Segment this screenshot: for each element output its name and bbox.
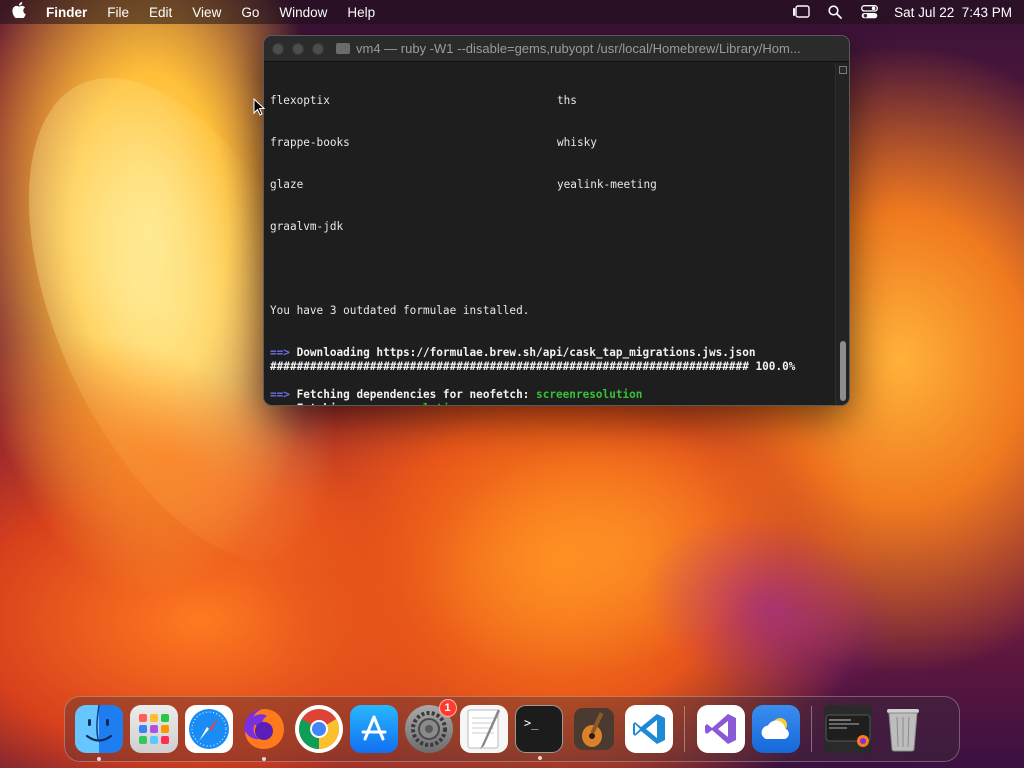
spotlight-search-icon[interactable] (826, 4, 844, 20)
safari-icon[interactable] (184, 705, 233, 753)
dock-separator (811, 706, 812, 752)
dock: 1 >_ (64, 696, 960, 762)
terminal-icon[interactable]: >_ (514, 705, 563, 760)
minimized-window-icon[interactable] (823, 705, 872, 753)
system-settings-icon[interactable]: 1 (404, 699, 457, 753)
minimize-button[interactable] (292, 42, 304, 55)
progress-line: ########################################… (270, 360, 796, 373)
folder-icon (336, 43, 350, 54)
weather-icon[interactable] (751, 705, 800, 753)
menu-bar: Finder File Edit View Go Window Help Sat… (0, 0, 1024, 24)
vscode-icon[interactable] (624, 705, 673, 753)
menu-window[interactable]: Window (279, 5, 327, 20)
visual-studio-icon[interactable] (696, 705, 745, 753)
mouse-pointer-icon (253, 98, 265, 116)
launchpad-icon[interactable] (129, 705, 178, 753)
textedit-icon[interactable] (459, 705, 508, 753)
list-row: glaze yealink-meeting (270, 178, 657, 191)
terminal-window[interactable]: vm4 — ruby -W1 --disable=gems,rubyopt /u… (263, 35, 850, 406)
control-center-icon[interactable] (860, 4, 878, 20)
app-store-icon[interactable] (349, 705, 398, 753)
stage-manager-icon[interactable] (792, 4, 810, 20)
window-title: vm4 — ruby -W1 --disable=gems,rubyopt /u… (356, 41, 801, 56)
log-line: ==> Fetching screenresolution (270, 402, 829, 405)
log-line: ==> Downloading https://formulae.brew.sh… (270, 346, 756, 359)
list-row: frappe-books whisky (270, 136, 597, 149)
dock-separator (684, 706, 685, 752)
close-button[interactable] (272, 42, 284, 55)
log-line: ==> Fetching dependencies for neofetch: … (270, 388, 643, 401)
notification-badge: 1 (438, 699, 457, 717)
menu-view[interactable]: View (192, 5, 221, 20)
finder-icon[interactable] (74, 705, 123, 761)
terminal-output[interactable]: flexoptix ths frappe-books whisky glaze yea… (264, 63, 835, 405)
scroll-thumb[interactable] (840, 341, 846, 401)
terminal-scrollbar[interactable] (835, 63, 849, 405)
apple-menu-icon[interactable] (12, 2, 32, 22)
list-row: graalvm-jdk (270, 220, 344, 233)
menu-go[interactable]: Go (241, 5, 259, 20)
menu-app-name[interactable]: Finder (46, 5, 87, 20)
firefox-icon[interactable] (240, 705, 288, 761)
outdated-message: You have 3 outdated formulae installed. (270, 304, 530, 317)
zoom-button[interactable] (312, 42, 324, 55)
scroll-top-icon[interactable] (839, 66, 847, 74)
terminal-titlebar[interactable]: vm4 — ruby -W1 --disable=gems,rubyopt /u… (264, 36, 849, 62)
chrome-icon[interactable] (294, 705, 343, 753)
list-row: flexoptix ths (270, 94, 577, 107)
menu-help[interactable]: Help (347, 5, 375, 20)
menu-clock[interactable]: Sat Jul 22 7:43 PM (894, 5, 1012, 20)
trash-icon[interactable] (879, 705, 927, 753)
svg-text:>_: >_ (524, 716, 539, 730)
garageband-icon[interactable] (570, 705, 618, 753)
menu-file[interactable]: File (107, 5, 129, 20)
menu-edit[interactable]: Edit (149, 5, 172, 20)
